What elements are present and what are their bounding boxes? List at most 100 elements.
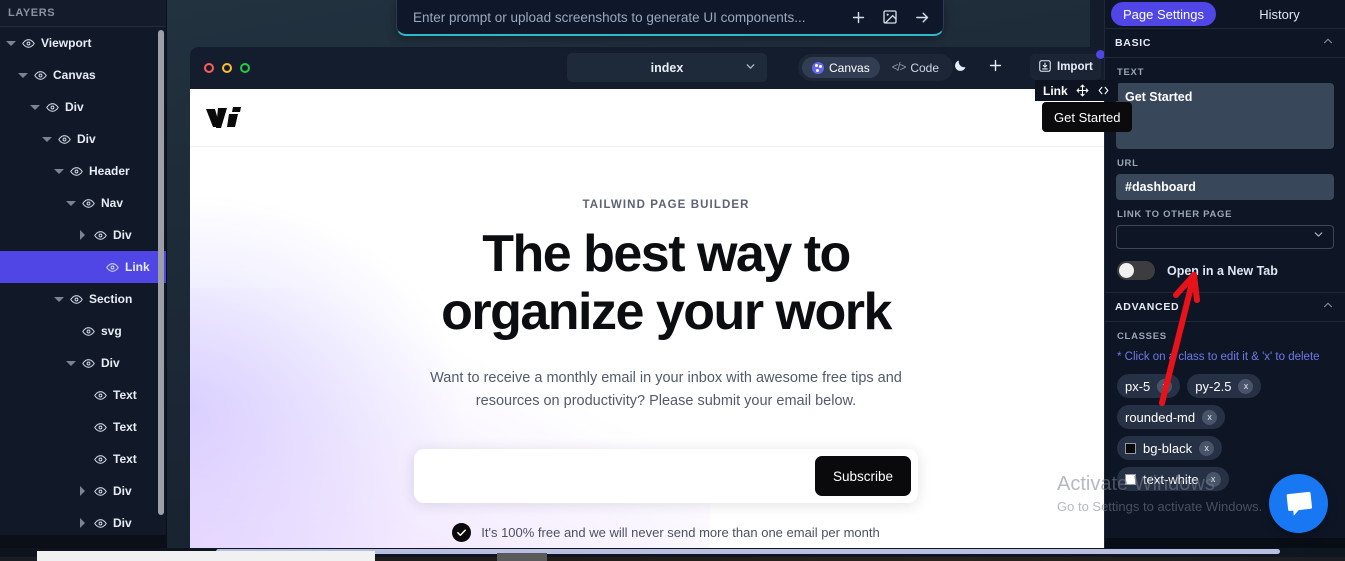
canvas-window: index Canvas </> Code Import TAILWIND PA… [190,47,1142,548]
canvas-page-preview: TAILWIND PAGE BUILDER The best way to or… [190,89,1142,548]
layer-item-viewport-0[interactable]: Viewport [0,27,166,59]
layer-item-label: Text [113,420,137,434]
layer-item-label: Div [113,228,132,242]
caret-down-icon[interactable] [66,198,76,208]
layer-item-div-6[interactable]: Div [0,219,166,251]
eye-icon[interactable] [82,197,95,210]
minimize-icon[interactable] [222,63,232,73]
layer-item-label: Canvas [53,68,96,82]
eye-icon[interactable] [94,421,107,434]
tab-page-settings[interactable]: Page Settings [1111,2,1216,26]
eye-icon[interactable] [94,453,107,466]
maximize-icon[interactable] [240,63,250,73]
email-input[interactable] [421,468,815,484]
remove-class-icon[interactable]: x [1199,440,1215,456]
eye-icon[interactable] [82,325,95,338]
class-chip-label: bg-black [1143,440,1193,456]
tab-code[interactable]: </> Code [882,57,949,78]
layer-item-header-4[interactable]: Header [0,155,166,187]
view-mode-toggle: Canvas </> Code [798,54,954,81]
layer-item-nav-5[interactable]: Nav [0,187,166,219]
caret-down-icon[interactable] [66,358,76,368]
remove-class-icon[interactable]: x [1205,471,1221,487]
eye-icon[interactable] [94,389,107,402]
layer-item-text-11[interactable]: Text [0,379,166,411]
eye-icon[interactable] [46,101,59,114]
chat-bubble-icon[interactable] [1269,474,1328,533]
eye-icon[interactable] [94,229,107,242]
plus-icon[interactable] [849,8,867,26]
caret-none [90,262,100,272]
class-chip-text-white[interactable]: text-white x [1117,467,1229,491]
text-field-label: TEXT [1117,67,1145,78]
subscribe-button[interactable]: Subscribe [814,456,911,496]
layers-tree[interactable]: Viewport Canvas Div Div Header Nav Div Link Sect… [0,27,166,548]
layer-item-text-12[interactable]: Text [0,411,166,443]
vi-logo-icon[interactable] [204,103,252,133]
eye-icon[interactable] [82,357,95,370]
layer-item-text-13[interactable]: Text [0,443,166,475]
eye-icon[interactable] [94,517,107,530]
url-field-input[interactable]: #dashboard [1116,174,1334,200]
eye-icon[interactable] [22,37,35,50]
tab-canvas[interactable]: Canvas [802,57,880,78]
basic-section-header[interactable]: BASIC [1105,28,1345,58]
theme-toggle-button[interactable] [945,54,975,81]
layer-item-label: Text [113,452,137,466]
layer-item-div-10[interactable]: Div [0,347,166,379]
selection-badge[interactable]: Link [1035,80,1118,101]
layer-item-svg-9[interactable]: svg [0,315,166,347]
class-chip-bg-black[interactable]: bg-black x [1117,436,1223,460]
caret-down-icon[interactable] [42,134,52,144]
taskbar-window-preview[interactable] [37,551,375,561]
close-icon[interactable] [204,63,214,73]
eye-icon[interactable] [34,69,47,82]
layer-item-section-8[interactable]: Section [0,283,166,315]
page-selector[interactable]: index [567,53,767,82]
layers-scrollbar[interactable] [158,30,164,515]
caret-down-icon[interactable] [18,70,28,80]
caret-down-icon[interactable] [6,38,16,48]
layer-item-canvas-1[interactable]: Canvas [0,59,166,91]
eye-icon[interactable] [106,261,119,274]
remove-class-icon[interactable]: x [1238,378,1254,394]
caret-right-icon[interactable] [78,230,88,240]
caret-down-icon[interactable] [54,294,64,304]
layers-panel: LAYERS Viewport Canvas Div Div Header Nav Div L… [0,0,167,548]
move-icon[interactable] [1076,84,1089,97]
layer-item-div-14[interactable]: Div [0,475,166,507]
eye-icon[interactable] [70,293,83,306]
taskbar-item[interactable] [497,553,547,561]
eye-icon[interactable] [58,133,71,146]
code-brackets-icon[interactable] [1097,84,1110,97]
caret-right-icon[interactable] [78,518,88,528]
layer-item-div-2[interactable]: Div [0,91,166,123]
layer-item-link-7[interactable]: Link [0,251,166,283]
import-button[interactable]: Import [1030,50,1105,80]
eye-icon[interactable] [94,485,107,498]
caret-down-icon[interactable] [30,102,40,112]
arrow-right-icon[interactable] [913,8,931,26]
ai-prompt-bar[interactable]: Enter prompt or upload screenshots to ge… [396,0,944,36]
text-field-textarea[interactable]: Get Started [1116,83,1334,149]
link-page-select[interactable] [1116,225,1334,249]
caret-right-icon[interactable] [78,486,88,496]
layer-item-label: Div [65,100,84,114]
image-icon[interactable] [881,8,899,26]
caret-down-icon[interactable] [54,166,64,176]
code-brackets-icon: </> [891,61,907,74]
chevron-down-icon [1312,228,1325,246]
color-swatch-icon [1125,442,1136,454]
prompt-input[interactable]: Enter prompt or upload screenshots to ge… [413,10,849,25]
caret-none [66,326,76,336]
tab-history[interactable]: History [1220,2,1339,26]
caret-none [78,422,88,432]
selected-element-preview[interactable]: Get Started [1042,102,1133,132]
layer-item-div-3[interactable]: Div [0,123,166,155]
add-page-button[interactable] [980,54,1010,81]
horizontal-scrollbar-thumb[interactable] [216,549,1280,554]
site-header [190,89,1142,147]
eye-icon[interactable] [70,165,83,178]
layer-item-label: Viewport [41,36,92,50]
import-label: Import [1057,61,1093,73]
